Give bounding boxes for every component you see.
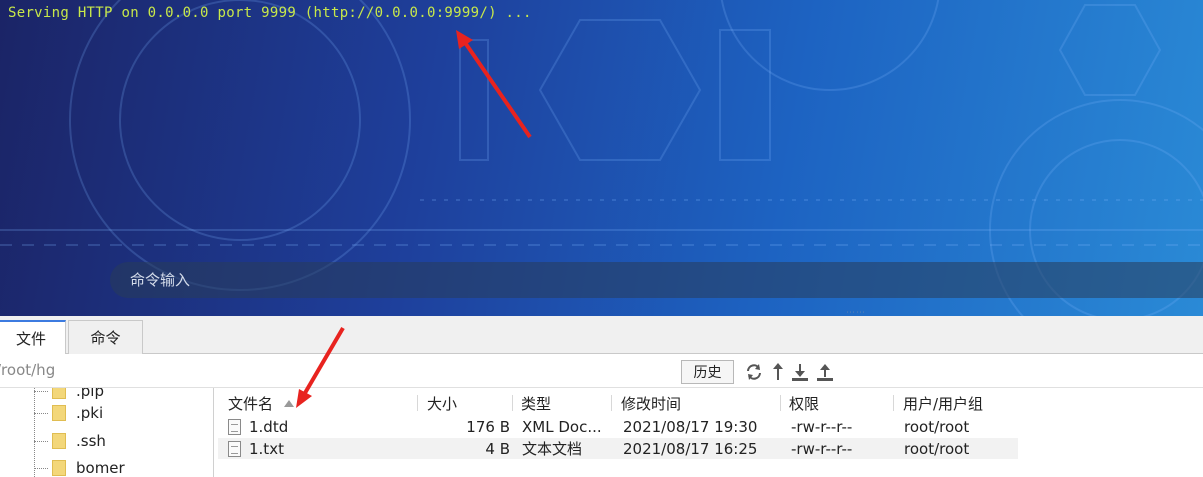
tree-connector xyxy=(34,412,48,414)
folder-icon xyxy=(52,433,66,449)
history-button[interactable]: 历史 xyxy=(681,360,734,384)
file-list: 文件名 大小 类型 修改时间 权限 用户/用户组 1.dtd 176 B XML… xyxy=(218,388,1203,477)
file-owner: root/root xyxy=(904,439,970,458)
column-header-type[interactable]: 类型 xyxy=(521,392,551,414)
tree-item-label: .ssh xyxy=(76,432,106,450)
tab-files[interactable]: 文件 xyxy=(0,320,66,355)
file-row[interactable]: 1.txt 4 B 文本文档 2021/08/17 16:25 -rw-r--r… xyxy=(218,438,1018,459)
text-file-icon xyxy=(228,440,241,457)
column-separator[interactable] xyxy=(893,395,894,411)
column-separator[interactable] xyxy=(417,395,418,411)
folder-icon xyxy=(52,405,66,421)
tree-item-label: .pki xyxy=(76,404,104,422)
download-icon[interactable] xyxy=(790,362,810,382)
column-header-size[interactable]: 大小 xyxy=(427,392,457,414)
file-permissions: -rw-r--r-- xyxy=(791,417,853,436)
file-size: 4 B xyxy=(485,439,510,458)
directory-tree: .pip .pki .ssh bomer xyxy=(0,388,214,477)
column-header-permissions[interactable]: 权限 xyxy=(789,392,819,414)
file-row[interactable]: 1.dtd 176 B XML Doc... 2021/08/17 19:30 … xyxy=(218,416,1018,437)
tab-bar: 文件 命令 xyxy=(0,316,1203,355)
tree-item-label: .pip xyxy=(76,388,104,400)
column-header-name-label: 文件名 xyxy=(228,394,274,413)
tree-connector xyxy=(34,467,48,469)
tab-commands[interactable]: 命令 xyxy=(68,320,143,354)
path-bar: 历史 xyxy=(0,354,1203,388)
tree-item[interactable]: .ssh xyxy=(34,430,106,452)
xml-file-icon xyxy=(228,418,241,435)
up-arrow-icon[interactable] xyxy=(768,362,788,382)
upload-icon[interactable] xyxy=(815,362,835,382)
file-manager-panel: 文件 命令 历史 .pip xyxy=(0,316,1203,477)
column-separator[interactable] xyxy=(780,395,781,411)
refresh-icon[interactable] xyxy=(744,362,764,382)
column-header-modified[interactable]: 修改时间 xyxy=(621,392,681,414)
file-name: 1.txt xyxy=(249,439,284,458)
column-separator[interactable] xyxy=(512,395,513,411)
path-input[interactable] xyxy=(0,359,666,381)
file-name: 1.dtd xyxy=(249,417,289,436)
tree-connector xyxy=(34,390,48,392)
folder-icon xyxy=(52,388,66,399)
folder-icon xyxy=(52,460,66,476)
file-modified: 2021/08/17 16:25 xyxy=(623,439,758,458)
sort-ascending-icon xyxy=(284,400,295,407)
terminal-output-line: Serving HTTP on 0.0.0.0 port 9999 (http:… xyxy=(8,5,532,21)
file-owner: root/root xyxy=(904,417,970,436)
file-size: 176 B xyxy=(466,417,510,436)
tree-item[interactable]: bomer xyxy=(34,457,125,477)
terminal-panel: Serving HTTP on 0.0.0.0 port 9999 (http:… xyxy=(0,0,1203,316)
file-list-header: 文件名 大小 类型 修改时间 权限 用户/用户组 xyxy=(218,392,1203,414)
file-type: 文本文档 xyxy=(522,440,583,458)
column-header-owner[interactable]: 用户/用户组 xyxy=(903,392,983,414)
tree-connector xyxy=(34,440,48,442)
file-name-cell: 1.txt xyxy=(228,438,284,459)
file-type: XML Doc... xyxy=(522,417,602,436)
column-header-name[interactable]: 文件名 xyxy=(228,392,295,414)
tree-item[interactable]: .pip xyxy=(34,388,104,402)
column-separator[interactable] xyxy=(611,395,612,411)
tree-item-label: bomer xyxy=(76,459,125,477)
tree-item[interactable]: .pki xyxy=(34,402,103,424)
file-permissions: -rw-r--r-- xyxy=(791,439,853,458)
file-modified: 2021/08/17 19:30 xyxy=(623,417,758,436)
command-input[interactable] xyxy=(110,262,1203,298)
file-name-cell: 1.dtd xyxy=(228,416,288,437)
